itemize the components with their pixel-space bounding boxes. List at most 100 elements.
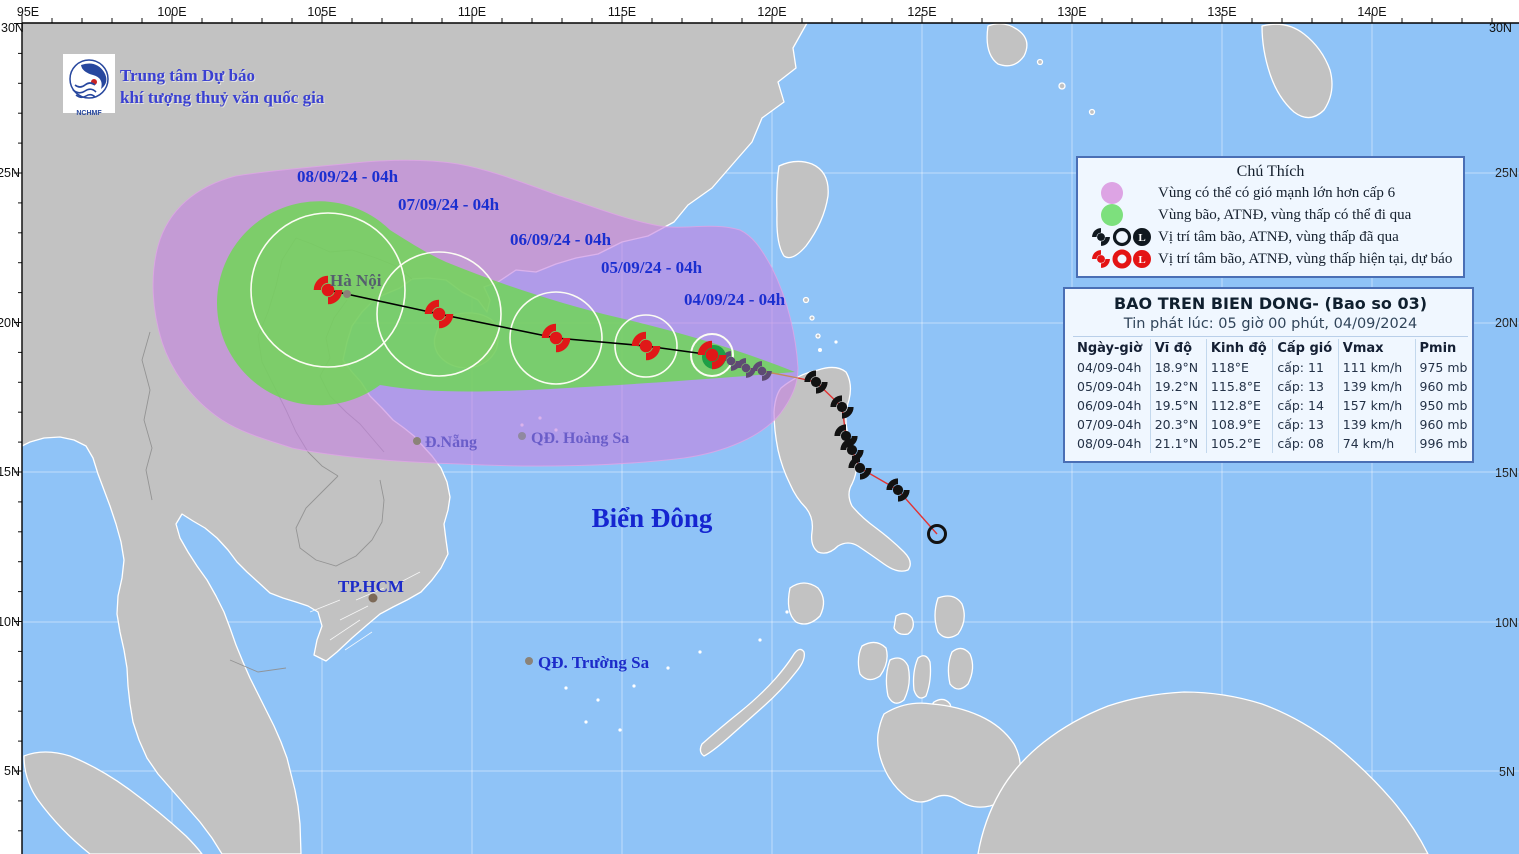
table-cell: 960 mb xyxy=(1415,377,1468,396)
table-cell: 06/09-04h xyxy=(1073,396,1150,415)
table-cell: 20.3°N xyxy=(1150,415,1206,434)
table-cell: cấp: 13 xyxy=(1273,377,1338,396)
lat-label: 10N xyxy=(0,615,20,629)
lon-label: 120E xyxy=(757,5,786,19)
city-label-hcm: TP.HCM xyxy=(338,577,404,596)
city-dot-truongsa xyxy=(525,657,533,665)
agency-title-line2: khí tượng thuỷ văn quốc gia xyxy=(120,87,324,109)
lat-label-corner: 30N xyxy=(1489,21,1512,35)
forecast-map-screen: 08/09/24 - 04h 07/09/24 - 04h 06/09/24 -… xyxy=(0,0,1519,854)
agency-title: Trung tâm Dự báo khí tượng thuỷ văn quốc… xyxy=(120,65,324,109)
legend-label: Vị trí tâm bão, ATNĐ, vùng thấp đã qua xyxy=(1158,229,1399,246)
svg-text:15N: 15N xyxy=(1495,466,1518,480)
nchmf-logo-graphic xyxy=(63,54,115,113)
table-row: 07/09-04h 20.3°N 108.9°E cấp: 13 139 km/… xyxy=(1073,415,1468,434)
table-cell: cấp: 13 xyxy=(1273,415,1338,434)
table-cell: 05/09-04h xyxy=(1073,377,1150,396)
lon-label: 130E xyxy=(1057,5,1086,19)
legend-row-current-forecast: L Vị trí tâm bão, ATNĐ, vùng thấp hiện t… xyxy=(1084,248,1457,270)
svg-text:L: L xyxy=(1138,254,1145,266)
purple-area-icon xyxy=(1084,182,1158,204)
date-label: 04/09/24 - 04h xyxy=(684,290,786,309)
table-row: 06/09-04h 19.5°N 112.8°E cấp: 14 157 km/… xyxy=(1073,396,1468,415)
col-header: Vmax xyxy=(1338,339,1415,358)
legend-label: Vùng bão, ATNĐ, vùng thấp có thể đi qua xyxy=(1158,207,1411,224)
lon-label: 95E xyxy=(17,5,39,19)
table-cell: 118°E xyxy=(1206,358,1272,377)
city-dot-hcm xyxy=(369,594,378,603)
table-cell: 19.2°N xyxy=(1150,377,1206,396)
lat-label-corner: 30N xyxy=(1,21,24,35)
svg-text:25N: 25N xyxy=(1495,166,1518,180)
table-cell: cấp: 14 xyxy=(1273,396,1338,415)
agency-title-line1: Trung tâm Dự báo xyxy=(120,65,324,87)
col-header: Kinh độ xyxy=(1206,339,1272,358)
date-label: 05/09/24 - 04h xyxy=(601,258,703,277)
depression-icon xyxy=(1115,252,1129,266)
table-cell: 111 km/h xyxy=(1338,358,1415,377)
city-label-hanoi: Hà Nội xyxy=(330,271,382,290)
table-cell: 139 km/h xyxy=(1338,377,1415,396)
legend-label: Vị trí tâm bão, ATNĐ, vùng thấp hiện tại… xyxy=(1158,251,1452,268)
table-row: 05/09-04h 19.2°N 115.8°E cấp: 13 139 km/… xyxy=(1073,377,1468,396)
table-cell: cấp: 11 xyxy=(1273,358,1338,377)
lon-label: 115E xyxy=(608,5,636,19)
table-cell: 07/09-04h xyxy=(1073,415,1150,434)
table-cell: 105.2°E xyxy=(1206,434,1272,453)
city-dot-danang xyxy=(413,437,421,445)
lat-label: 5N xyxy=(4,764,20,778)
table-cell: 975 mb xyxy=(1415,358,1468,377)
legend: Chú Thích Vùng có thể có gió mạnh lớn hơ… xyxy=(1076,156,1465,278)
lon-label: 100E xyxy=(157,5,186,19)
past-position-icons: L xyxy=(1084,226,1158,248)
table-cell: 996 mb xyxy=(1415,434,1468,453)
table-cell: 950 mb xyxy=(1415,396,1468,415)
lat-label: 25N xyxy=(0,166,20,180)
svg-text:L: L xyxy=(1138,232,1145,244)
date-label: 08/09/24 - 04h xyxy=(297,167,399,186)
svg-text:20N: 20N xyxy=(1495,316,1518,330)
table-cell: 108.9°E xyxy=(1206,415,1272,434)
date-label: 07/09/24 - 04h xyxy=(398,195,500,214)
legend-row-strong-wind: Vùng có thể có gió mạnh lớn hơn cấp 6 xyxy=(1084,182,1457,204)
table-cell: 19.5°N xyxy=(1150,396,1206,415)
table-cell: 139 km/h xyxy=(1338,415,1415,434)
city-dot-hanoi xyxy=(343,290,351,298)
nchmf-logo: NCHMF xyxy=(63,54,115,113)
legend-title: Chú Thích xyxy=(1084,161,1457,182)
table-cell: 157 km/h xyxy=(1338,396,1415,415)
svg-text:5N: 5N xyxy=(1499,765,1515,779)
table-cell: 18.9°N xyxy=(1150,358,1206,377)
green-area-icon xyxy=(1084,204,1158,226)
svg-text:10N: 10N xyxy=(1495,616,1518,630)
table-cell: 74 km/h xyxy=(1338,434,1415,453)
lat-label: 15N xyxy=(0,465,20,479)
table-row: 04/09-04h 18.9°N 118°E cấp: 11 111 km/h … xyxy=(1073,358,1468,377)
table-cell: 04/09-04h xyxy=(1073,358,1150,377)
left-axis-margin xyxy=(0,23,22,854)
legend-row-storm-pass: Vùng bão, ATNĐ, vùng thấp có thể đi qua xyxy=(1084,204,1457,226)
current-position-icons: L xyxy=(1084,248,1158,270)
table-cell: 115.8°E xyxy=(1206,377,1272,396)
storm-info-panel: BAO TREN BIEN DONG- (Bao so 03) Tin phát… xyxy=(1063,287,1474,463)
date-label: 06/09/24 - 04h xyxy=(510,230,612,249)
lat-label: 20N xyxy=(0,316,20,330)
storm-title: BAO TREN BIEN DONG- (Bao so 03) xyxy=(1073,293,1468,314)
city-dot-hoangsa xyxy=(518,432,526,440)
sea-name-label: Biển Đông xyxy=(592,503,713,533)
city-label-truongsa: QĐ. Trường Sa xyxy=(538,653,650,672)
city-label-hoangsa: QĐ. Hoàng Sa xyxy=(531,430,629,447)
lon-label: 125E xyxy=(907,5,936,19)
table-cell: 08/09-04h xyxy=(1073,434,1150,453)
storm-issued-time: Tin phát lúc: 05 giờ 00 phút, 04/09/2024 xyxy=(1073,314,1468,337)
table-cell: cấp: 08 xyxy=(1273,434,1338,453)
table-header-row: Ngày-giờ Vĩ độ Kinh độ Cấp gió Vmax Pmin xyxy=(1073,339,1468,358)
col-header: Ngày-giờ xyxy=(1073,339,1150,358)
storm-forecast-table: Ngày-giờ Vĩ độ Kinh độ Cấp gió Vmax Pmin… xyxy=(1073,339,1468,453)
lon-label: 135E xyxy=(1207,5,1236,19)
legend-label: Vùng có thể có gió mạnh lớn hơn cấp 6 xyxy=(1158,185,1395,202)
lon-label: 105E xyxy=(307,5,336,19)
legend-row-past-position: L Vị trí tâm bão, ATNĐ, vùng thấp đã qua xyxy=(1084,226,1457,248)
typhoon-icon xyxy=(1092,228,1110,246)
city-label-danang: Đ.Nẵng xyxy=(425,434,477,451)
